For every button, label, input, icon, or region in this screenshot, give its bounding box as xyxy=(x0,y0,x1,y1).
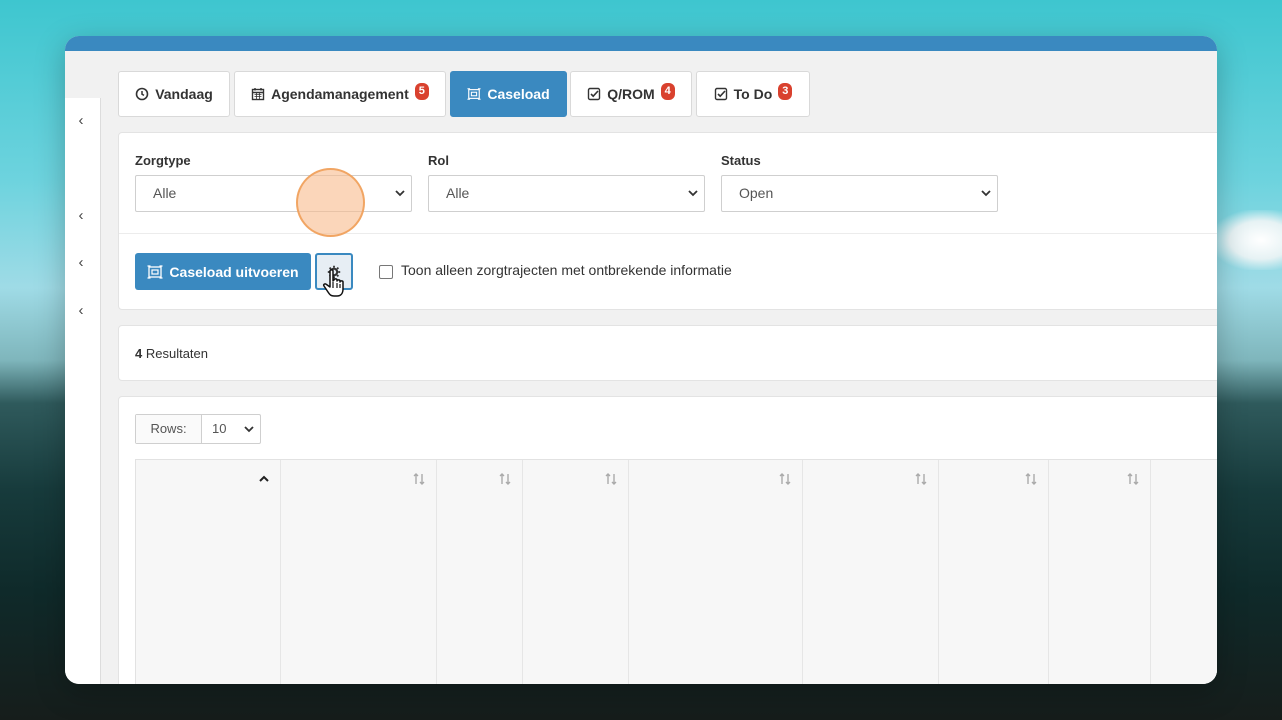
chevron-down-icon xyxy=(244,426,254,433)
table-column-header[interactable] xyxy=(629,460,803,684)
background-cloud xyxy=(1212,210,1282,270)
select-value: Alle xyxy=(153,185,177,201)
caseload-icon xyxy=(147,264,163,279)
app-window: ‹ ‹ ‹ ‹ Vandaag Agendamanagement 5 Casel… xyxy=(65,36,1217,684)
sort-icon xyxy=(1127,473,1139,485)
sort-icon xyxy=(413,473,425,485)
tab-todo[interactable]: To Do 3 xyxy=(696,71,810,117)
rol-label: Rol xyxy=(428,153,449,168)
table-column-header[interactable] xyxy=(803,460,939,684)
count-badge: 4 xyxy=(660,82,675,100)
clock-icon xyxy=(135,87,149,101)
check-square-icon xyxy=(588,87,601,101)
rol-select[interactable]: Alle xyxy=(428,175,705,212)
run-caseload-button[interactable]: Caseload uitvoeren xyxy=(135,253,311,290)
table-column-header[interactable] xyxy=(281,460,437,684)
results-label: Resultaten xyxy=(142,346,208,361)
filter-panel: Zorgtype Alle Rol Alle Status Open Casel… xyxy=(118,132,1217,310)
caseload-icon xyxy=(467,88,481,100)
tab-label: Caseload xyxy=(487,86,550,102)
table-panel: Rows: 10 xyxy=(118,396,1217,684)
table-column-header[interactable] xyxy=(939,460,1049,684)
rows-value: 10 xyxy=(212,421,227,436)
chevron-left-icon[interactable]: ‹ xyxy=(73,303,89,319)
click-indicator xyxy=(296,168,365,237)
tab-label: To Do xyxy=(733,86,773,102)
status-label: Status xyxy=(721,153,761,168)
chevron-left-icon[interactable]: ‹ xyxy=(73,255,89,271)
zorgtype-select[interactable]: Alle xyxy=(135,175,412,212)
rows-label: Rows: xyxy=(136,415,202,443)
count-badge: 3 xyxy=(778,82,793,100)
count-badge: 5 xyxy=(414,82,429,100)
table-column-header[interactable] xyxy=(523,460,629,684)
sort-up-icon xyxy=(259,475,269,482)
button-label: Caseload uitvoeren xyxy=(169,263,299,280)
chevron-left-icon[interactable]: ‹ xyxy=(73,113,89,129)
rows-select[interactable]: Rows: 10 xyxy=(135,414,261,444)
data-table xyxy=(135,459,1217,684)
tab-label: Agendamanagement xyxy=(271,86,409,102)
tab-label: Vandaag xyxy=(155,86,213,102)
table-column-header[interactable] xyxy=(1049,460,1151,684)
tab-agendamanagement[interactable]: Agendamanagement 5 xyxy=(234,71,446,117)
chevron-left-icon[interactable]: ‹ xyxy=(73,208,89,224)
tab-label: Q/ROM xyxy=(607,86,655,102)
chevron-down-icon xyxy=(688,190,698,197)
left-rail: ‹ ‹ ‹ ‹ xyxy=(65,51,101,684)
results-summary: 4 Resultaten xyxy=(135,346,208,361)
divider xyxy=(119,233,1217,234)
checkbox-label: Toon alleen zorgtrajecten met ontbrekend… xyxy=(401,262,732,278)
hand-cursor-icon xyxy=(323,269,344,297)
select-value: Open xyxy=(739,185,774,201)
results-panel: 4 Resultaten xyxy=(118,325,1217,381)
check-square-icon xyxy=(714,87,727,101)
select-value: Alle xyxy=(446,185,470,201)
sort-icon xyxy=(499,473,511,485)
tab-caseload[interactable]: Caseload xyxy=(450,71,567,117)
sort-icon xyxy=(1025,473,1037,485)
sort-icon xyxy=(779,473,791,485)
tab-vandaag[interactable]: Vandaag xyxy=(118,71,230,117)
chevron-down-icon xyxy=(395,190,405,197)
status-select[interactable]: Open xyxy=(721,175,998,212)
zorgtype-label: Zorgtype xyxy=(135,153,191,168)
table-column-header[interactable] xyxy=(437,460,523,684)
table-column-header[interactable] xyxy=(136,460,281,684)
missing-info-checkbox[interactable] xyxy=(379,265,393,279)
sort-icon xyxy=(605,473,617,485)
chevron-down-icon xyxy=(981,190,991,197)
window-topbar xyxy=(65,36,1217,51)
calendar-icon xyxy=(251,88,265,101)
tab-qrom[interactable]: Q/ROM 4 xyxy=(570,71,692,117)
sort-icon xyxy=(915,473,927,485)
